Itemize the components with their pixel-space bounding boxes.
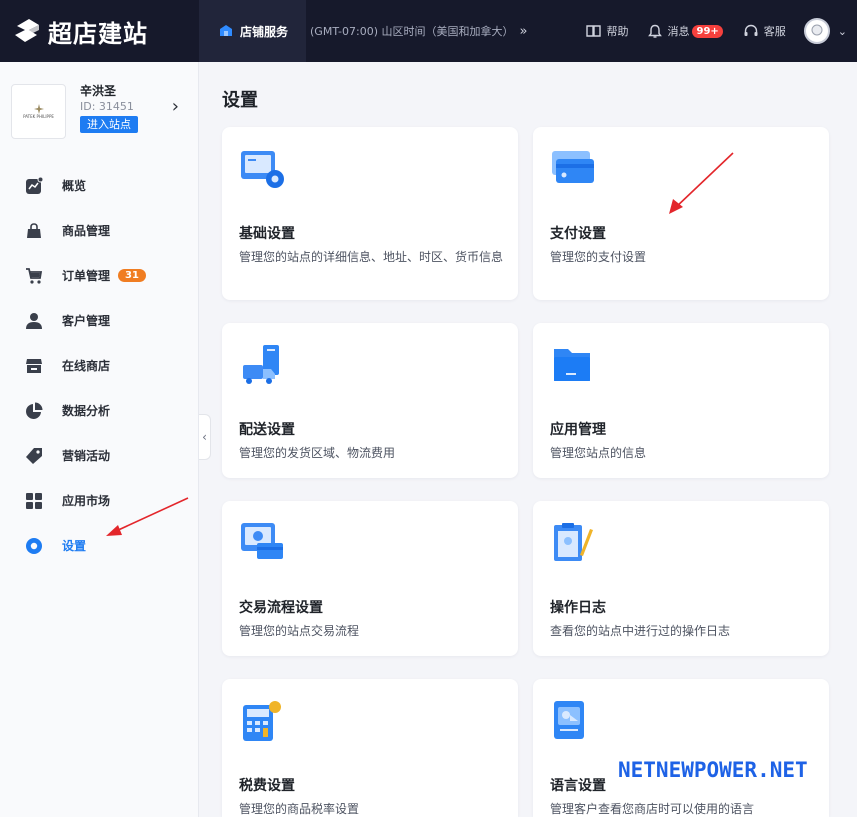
help-label: 帮助 [606,25,629,38]
sidebar-item-customers[interactable]: 客户管理 [0,298,199,343]
sidebar-item-orders[interactable]: 订单管理 31 [0,253,199,298]
store-card[interactable]: PATEK PHILIPPE 辛洪圣 ID: 31451 进入站点 › [11,84,191,140]
sidebar-item-overview[interactable]: 概览 [0,163,199,208]
settings-card-tax[interactable]: 税费设置 管理您的商品税率设置 [222,679,518,817]
store-name: 辛洪圣 [80,84,117,98]
avatar-face-icon [811,24,823,36]
bell-icon [648,24,663,38]
settings-card-transaction-flow[interactable]: 交易流程设置 管理您的站点交易流程 [222,501,518,656]
support-label: 客服 [763,25,786,38]
store-id: ID: 31451 [80,100,134,113]
store-service-tab[interactable]: 店铺服务 [199,0,307,62]
card-title: 应用管理 [550,422,606,438]
sidebar-item-analytics[interactable]: 数据分析 [0,388,199,433]
settings-card-apps[interactable]: 应用管理 管理您站点的信息 [533,323,829,478]
settings-card-payment[interactable]: 支付设置 管理您的支付设置 [533,127,829,300]
double-chevron-right-icon: » [519,23,528,39]
book-icon [586,25,602,37]
card-title: 配送设置 [239,422,295,438]
card-description: 管理您的站点交易流程 [239,624,360,638]
sidebar-item-products[interactable]: 商品管理 [0,208,199,253]
sidebar-item-settings[interactable]: 设置 [0,523,199,568]
headset-icon [744,24,758,36]
messages-button[interactable]: 消息 99+ [638,23,732,39]
sidebar-item-label: 在线商店 [62,359,111,373]
brand-name: 超店建站 [48,19,148,48]
timezone-label: (GMT-07:00) 山区时间（美国和加拿大） [310,25,514,38]
card-title: 操作日志 [550,600,606,616]
settings-card-language[interactable]: 语言设置 管理客户查看您商店时可以使用的语言 [533,679,829,817]
card-title: 交易流程设置 [239,600,323,616]
settings-card-delivery[interactable]: 配送设置 管理您的发货区域、物流费用 [222,323,518,478]
messages-label: 消息 [667,25,690,38]
settings-card-operation-log[interactable]: 操作日志 查看您的站点中进行过的操作日志 [533,501,829,656]
card-description: 管理您的站点的详细信息、地址、时区、货币信息 [239,250,504,264]
folder-icon [554,349,590,381]
support-button[interactable]: 客服 [733,23,796,39]
language-icon [554,701,584,739]
payment-card-icon [552,151,594,183]
brand-logo-icon [15,19,39,42]
card-title: 税费设置 [239,778,295,794]
sidebar-item-label: 应用市场 [62,494,111,508]
store-logo-text: PATEK PHILIPPE [23,113,54,119]
top-bar: 超店建站 店铺服务 (GMT-07:00) 山区时间（美国和加拿大） » 帮助 … [0,0,857,62]
timezone-selector[interactable]: (GMT-07:00) 山区时间（美国和加拿大） » [310,23,527,39]
delivery-truck-icon [243,345,279,384]
sidebar: PATEK PHILIPPE 辛洪圣 ID: 31451 进入站点 › 概览 商… [0,62,199,817]
basic-settings-icon [241,151,284,188]
calculator-icon [243,701,281,741]
transaction-flow-icon [241,523,283,559]
sidebar-item-label: 概览 [62,179,87,193]
card-description: 管理您的支付设置 [550,250,647,264]
card-description: 查看您的站点中进行过的操作日志 [550,624,731,638]
enter-site-button[interactable]: 进入站点 [80,116,138,133]
orders-count-badge: 31 [118,269,146,282]
sidebar-item-app-market[interactable]: 应用市场 [0,478,199,523]
chevron-down-icon[interactable]: ⌄ [838,25,847,38]
card-description: 管理您的发货区域、物流费用 [239,446,396,460]
brand[interactable]: 超店建站 [0,0,199,62]
cross-emblem-icon [33,103,44,114]
card-title: 基础设置 [239,226,295,242]
overview-chart-icon [24,176,44,196]
card-title: 支付设置 [550,226,606,242]
bag-icon [24,221,44,241]
sidebar-collapse-button[interactable]: ‹ [199,414,211,460]
card-description: 管理您站点的信息 [550,446,647,460]
settings-card-basic[interactable]: 基础设置 管理您的站点的详细信息、地址、时区、货币信息 [222,127,518,300]
messages-count-badge: 99+ [692,24,723,38]
sidebar-nav: 概览 商品管理 订单管理 31 客户管理 在线商店 数据分析 营销活动 应用市场… [0,163,199,568]
sidebar-item-label: 商品管理 [62,224,111,238]
user-avatar[interactable] [803,18,830,44]
user-icon [24,311,44,331]
store-service-label: 店铺服务 [240,24,289,39]
sidebar-item-online-store[interactable]: 在线商店 [0,343,199,388]
help-button[interactable]: 帮助 [576,23,638,39]
store-icon [24,356,44,376]
card-description: 管理您的商品税率设置 [239,802,360,816]
settings-icon [24,536,44,556]
store-logo: PATEK PHILIPPE [11,84,66,139]
watermark: NETNEWPOWER.NET [618,758,808,782]
tag-icon [24,446,44,466]
card-description: 管理客户查看您商店时可以使用的语言 [550,802,755,816]
sidebar-item-label: 客户管理 [62,314,111,328]
card-title: 语言设置 [550,778,606,794]
sidebar-item-marketing[interactable]: 营销活动 [0,433,199,478]
sidebar-item-label: 设置 [62,539,87,553]
sidebar-item-label: 数据分析 [62,404,111,418]
sidebar-item-label: 订单管理 [62,269,111,283]
page-title: 设置 [222,90,258,111]
clipboard-log-icon [554,523,593,561]
chevron-left-icon: ‹ [202,430,207,444]
chevron-right-icon[interactable]: › [172,96,179,117]
cart-icon [24,266,44,286]
store-service-icon [220,25,232,36]
pie-chart-icon [24,401,44,421]
grid-apps-icon [24,491,44,511]
sidebar-item-label: 营销活动 [62,449,111,463]
